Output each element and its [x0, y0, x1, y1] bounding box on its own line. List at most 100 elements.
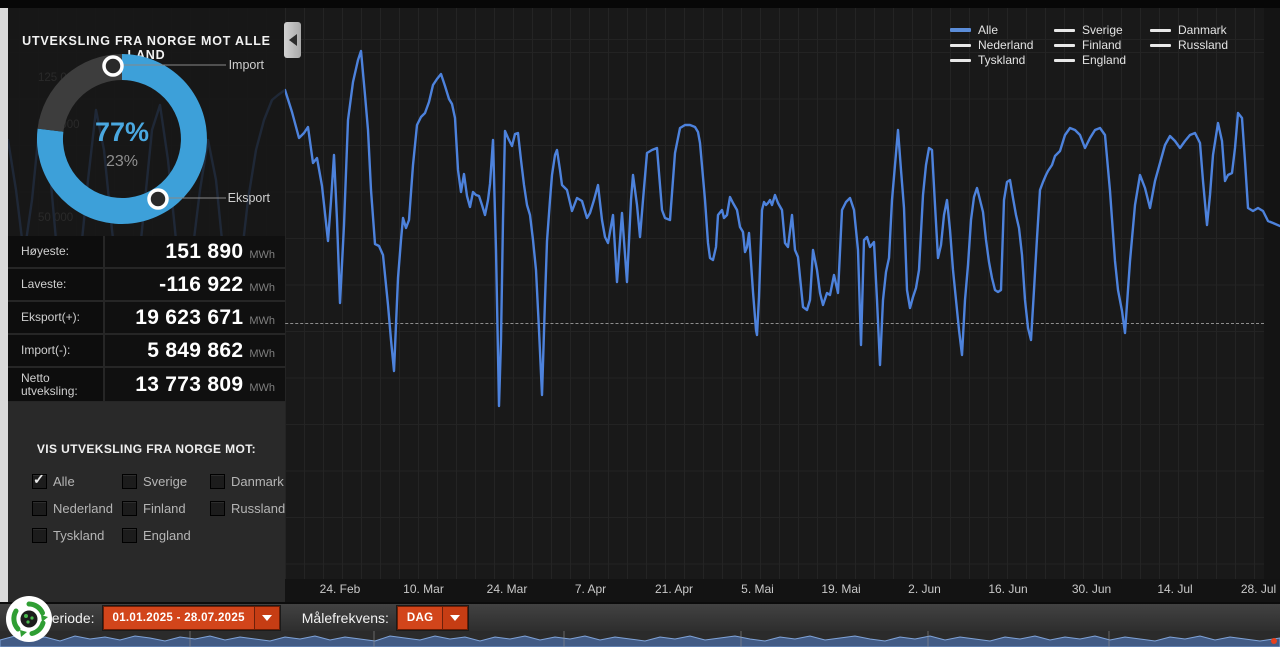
legend-item-alle[interactable]: Alle — [950, 23, 1054, 37]
legend-dash-icon — [1150, 28, 1171, 32]
checkbox-label: Finland — [143, 501, 186, 516]
legend-item-tyskland[interactable]: Tyskland — [950, 53, 1054, 67]
checkbox-russland[interactable]: Russland — [210, 495, 286, 522]
dropdown-arrow-icon — [253, 606, 279, 629]
checkbox-box — [32, 528, 47, 543]
checkbox-label: Nederland — [53, 501, 113, 516]
legend-dash-icon — [1054, 28, 1075, 32]
stats-row: Netto utveksling: 13 773 809 MWh — [8, 368, 285, 401]
x-axis-label: 14. Jul — [1157, 582, 1193, 596]
stats-row: Eksport(+): 19 623 671 MWh — [8, 302, 285, 333]
stats-value-cell: 13 773 809 MWh — [105, 368, 285, 401]
stats-label: Høyeste: — [8, 236, 103, 267]
checkbox-danmark[interactable]: Danmark — [210, 468, 284, 495]
stats-row: Høyeste: 151 890 MWh — [8, 236, 285, 267]
top-strip — [0, 0, 1280, 8]
legend-dash-icon — [1054, 43, 1075, 47]
checkbox-label: Danmark — [231, 474, 284, 489]
checkbox-label: Tyskland — [53, 528, 105, 543]
stats-value-cell: 151 890 MWh — [105, 236, 285, 267]
x-axis-label: 24. Feb — [319, 582, 361, 596]
x-axis-label: 24. Mar — [486, 582, 528, 596]
malefrekvens-label: Målefrekvens: — [301, 609, 389, 626]
legend-label: Finland — [1082, 37, 1122, 52]
x-axis-label: 2. Jun — [908, 582, 941, 596]
stats-value-cell: -116 922 MWh — [105, 269, 285, 300]
checkbox-tyskland[interactable]: Tyskland — [32, 522, 122, 549]
legend-dash-icon — [950, 28, 971, 32]
stats-row: Import(-): 5 849 862 MWh — [8, 335, 285, 366]
navigator-chart — [0, 631, 1280, 647]
checkbox-box — [210, 474, 225, 489]
legend-label: England — [1082, 52, 1127, 67]
stats-unit: MWh — [249, 347, 275, 360]
legend-item-finland[interactable]: Finland — [1054, 38, 1150, 52]
legend-dash-icon — [1150, 43, 1171, 47]
x-axis-label: 19. Mai — [821, 582, 861, 596]
chart-legend: Alle Sverige Danmark Nederland Finland Russla… — [950, 23, 1242, 67]
x-axis-label: 30. Jun — [1071, 582, 1112, 596]
x-axis-label: 7. Apr — [574, 582, 607, 596]
stats-unit: MWh — [249, 314, 275, 327]
eco-badge-icon[interactable] — [5, 595, 53, 643]
import-export-donut: 77% 23% Import Eksport — [36, 53, 271, 224]
checkbox-sverige[interactable]: Sverige — [122, 468, 210, 495]
legend-dash-icon — [950, 43, 971, 47]
legend-item-nederland[interactable]: Nederland — [950, 38, 1054, 52]
checkbox-box — [122, 501, 137, 516]
tidsperiode-value: 01.01.2025 - 28.07.2025 — [112, 611, 245, 624]
legend-item-sverige[interactable]: Sverige — [1054, 23, 1150, 37]
plot-right-margin — [1264, 8, 1280, 602]
checkbox-label: Alle — [53, 474, 75, 489]
x-axis-label: 21. Apr — [654, 582, 694, 596]
left-edge-strip — [0, 8, 8, 602]
dropdown-arrow-icon — [442, 606, 468, 629]
checkbox-box — [122, 528, 137, 543]
stats-unit: MWh — [249, 381, 275, 394]
navigator-handle[interactable] — [1271, 638, 1277, 644]
stats-value: 151 890 — [165, 239, 244, 263]
stats-row: Laveste: -116 922 MWh — [8, 269, 285, 300]
malefrekvens-value: DAG — [406, 611, 434, 624]
checkbox-box — [122, 474, 137, 489]
x-axis-label: 5. Mai — [741, 582, 774, 596]
stats-unit: MWh — [249, 248, 275, 261]
bottom-toolbar: Tidsperiode: 01.01.2025 - 28.07.2025 Mål… — [0, 602, 1280, 631]
import-label: Import — [229, 58, 265, 72]
filter-title: VIS UTVEKSLING FRA NORGE MOT: — [36, 442, 257, 456]
stats-label: Netto utveksling: — [8, 368, 103, 401]
stats-value-cell: 5 849 862 MWh — [105, 335, 285, 366]
legend-item-danmark[interactable]: Danmark — [1150, 23, 1242, 37]
stats-value-cell: 19 623 671 MWh — [105, 302, 285, 333]
stats-value: 5 849 862 — [147, 338, 244, 362]
checkbox-label: Sverige — [143, 474, 188, 489]
export-percentage: 77% — [95, 117, 149, 147]
checkbox-finland[interactable]: Finland — [122, 495, 210, 522]
checkbox-england[interactable]: England — [122, 522, 210, 549]
chevron-left-icon — [288, 34, 297, 46]
legend-item-england[interactable]: England — [1054, 53, 1150, 67]
legend-dash-icon — [950, 58, 971, 62]
filter-checkbox-grid: ✓ Alle Sverige Danmark Nederland Finland Russl… — [32, 468, 285, 549]
stats-label: Import(-): — [8, 335, 103, 366]
country-filter-section: VIS UTVEKSLING FRA NORGE MOT: ✓ Alle Sveri… — [8, 402, 285, 603]
stats-label: Laveste: — [8, 269, 103, 300]
checkbox-box: ✓ — [32, 471, 47, 489]
stats-label: Eksport(+): — [8, 302, 103, 333]
eksport-marker — [147, 188, 169, 210]
navigator-area — [0, 635, 1280, 647]
legend-label: Tyskland — [978, 52, 1026, 67]
panel-collapse-button[interactable] — [284, 22, 301, 58]
malefrekvens-dropdown[interactable]: DAG — [396, 605, 469, 630]
legend-item-russland[interactable]: Russland — [1150, 38, 1242, 52]
checkbox-nederland[interactable]: Nederland — [32, 495, 122, 522]
checkbox-box — [32, 501, 47, 516]
checkbox-alle[interactable]: ✓ Alle — [32, 468, 122, 495]
range-navigator[interactable] — [0, 631, 1280, 647]
tidsperiode-dropdown[interactable]: 01.01.2025 - 28.07.2025 — [102, 605, 280, 630]
checkbox-label: Russland — [231, 501, 286, 516]
import-percentage: 23% — [106, 153, 138, 170]
stats-value: -116 922 — [159, 272, 244, 296]
checkmark-icon: ✓ — [33, 471, 45, 487]
stats-table: Høyeste: 151 890 MWh Laveste: -116 922 MWh Eks… — [8, 236, 285, 403]
